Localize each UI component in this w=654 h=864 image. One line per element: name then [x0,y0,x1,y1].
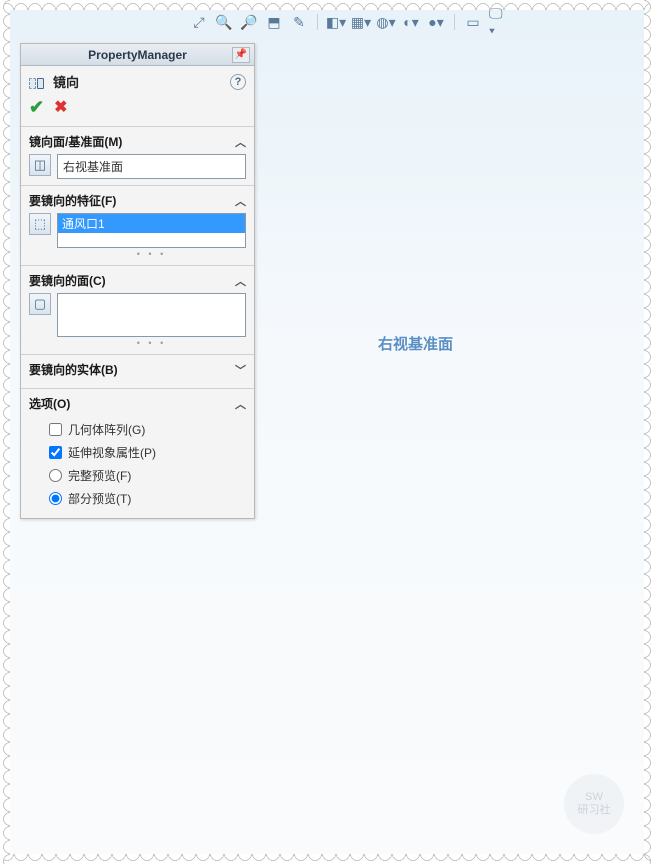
plane-label: 右视基准面 [378,333,453,354]
zoom-prev-icon[interactable]: 🔎 [240,13,258,31]
section-view-icon[interactable]: ⬒ [265,13,283,31]
resize-grip[interactable]: • • • [57,338,246,348]
geometry-pattern-checkbox[interactable] [49,423,62,436]
feature-list-icon[interactable]: ⬚ [29,213,51,235]
features-list[interactable]: 通风口1 [57,213,246,248]
option-label: 几何体阵列(G) [68,421,145,438]
chevron-up-icon: ︿ [235,193,246,209]
chevron-up-icon: ︿ [235,396,246,412]
panel-title: PropertyManager [43,48,232,62]
section-bodies: 要镜向的实体(B) ﹀ [21,354,254,388]
help-button[interactable]: ? [230,74,246,90]
hide-show-icon[interactable]: ◍▾ [377,13,395,31]
screen-icon[interactable]: 🖵▾ [489,13,507,31]
scene-icon[interactable]: ◐▾ [402,13,420,31]
section-label: 要镜向的实体(B) [29,361,118,378]
partial-preview-radio[interactable] [49,492,62,505]
property-manager-panel: PropertyManager 📌 镜向 ? ✔ ✖ 镜向面/基准面(M) ︿ … [20,43,255,519]
propagate-checkbox[interactable] [49,446,62,459]
confirm-row: ✔ ✖ [21,93,254,126]
section-label: 镜向面/基准面(M) [29,133,122,150]
section-mirror-plane: 镜向面/基准面(M) ︿ ◫ 右视基准面 [21,126,254,185]
section-label: 要镜向的面(C) [29,272,106,289]
graphics-viewport[interactable]: 右视基准面 ⤢ 🔍 🔎 ⬒ ✎ ◧▾ ▦▾ ◍▾ ◐▾ ●▾ ▭ 🖵▾ Prop… [10,10,644,854]
watermark-line2: 研习社 [578,804,611,817]
section-header[interactable]: 要镜向的特征(F) ︿ [29,192,246,209]
pin-button[interactable]: 📌 [232,47,250,63]
view-toolbar: ⤢ 🔍 🔎 ⬒ ✎ ◧▾ ▦▾ ◍▾ ◐▾ ●▾ ▭ 🖵▾ [190,13,507,31]
dynamic-view-icon[interactable]: ✎ [290,13,308,31]
appearance-icon[interactable]: ●▾ [427,13,445,31]
section-header[interactable]: 选项(O) ︿ [29,395,246,412]
section-header[interactable]: 要镜向的实体(B) ﹀ [29,361,246,378]
mirror-plane-input[interactable]: 右视基准面 [57,154,246,179]
section-faces: 要镜向的面(C) ︿ ▢ • • • [21,265,254,354]
section-label: 要镜向的特征(F) [29,192,116,209]
selected-feature-item[interactable]: 通风口1 [58,214,245,233]
toolbar-separator [454,14,455,30]
ok-button[interactable]: ✔ [29,97,44,118]
option-full-preview[interactable]: 完整预览(F) [49,464,246,487]
feature-name: 镜向 [53,72,79,91]
panel-header: PropertyManager 📌 [21,44,254,66]
section-header[interactable]: 镜向面/基准面(M) ︿ [29,133,246,150]
faces-list[interactable] [57,293,246,337]
mirror-feature-icon [29,75,47,89]
section-options: 选项(O) ︿ 几何体阵列(G) 延伸视象属性(P) 完整预览(F) [21,388,254,518]
option-label: 延伸视象属性(P) [68,444,156,461]
section-label: 选项(O) [29,395,70,412]
toolbar-separator [317,14,318,30]
section-features: 要镜向的特征(F) ︿ ⬚ 通风口1 • • • [21,185,254,265]
zoom-area-icon[interactable]: 🔍 [215,13,233,31]
chevron-up-icon: ︿ [235,134,246,150]
resize-grip[interactable]: • • • [57,249,246,259]
view-orientation-icon[interactable]: ◧▾ [327,13,345,31]
option-label: 部分预览(T) [68,490,131,507]
option-partial-preview[interactable]: 部分预览(T) [49,487,246,510]
feature-title-row: 镜向 ? [21,66,254,93]
render-icon[interactable]: ▭ [464,13,482,31]
display-style-icon[interactable]: ▦▾ [352,13,370,31]
watermark: SW 研习社 [564,774,624,834]
option-label: 完整预览(F) [68,467,131,484]
section-header[interactable]: 要镜向的面(C) ︿ [29,272,246,289]
plane-icon[interactable]: ◫ [29,154,51,176]
chevron-up-icon: ︿ [235,273,246,289]
option-propagate[interactable]: 延伸视象属性(P) [49,441,246,464]
watermark-line1: SW [585,791,603,804]
chevron-down-icon: ﹀ [235,362,246,378]
cancel-button[interactable]: ✖ [54,97,67,118]
zoom-fit-icon[interactable]: ⤢ [190,13,208,31]
option-geometry-pattern[interactable]: 几何体阵列(G) [49,418,246,441]
face-icon[interactable]: ▢ [29,293,51,315]
full-preview-radio[interactable] [49,469,62,482]
